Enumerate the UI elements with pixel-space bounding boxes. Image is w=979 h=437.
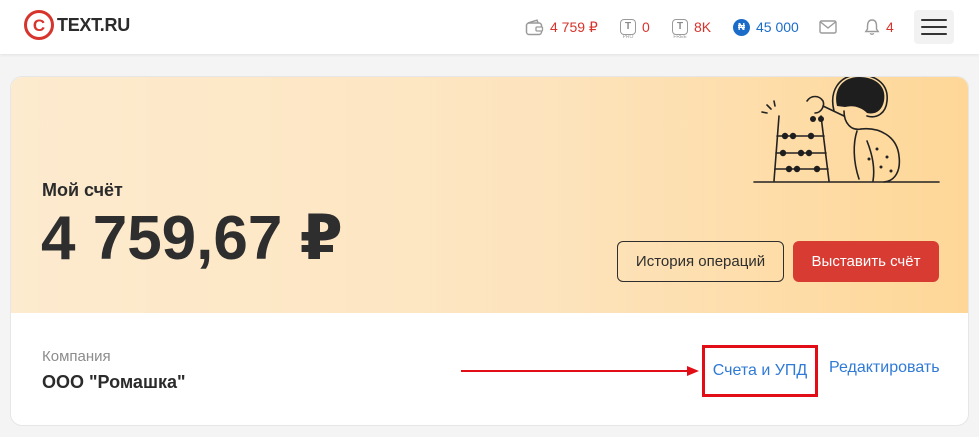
copyright-logo-icon: C [24, 10, 54, 40]
account-balance: 4 759,67 ₽ [41, 204, 343, 273]
logo[interactable]: C TEXT.RU [24, 10, 130, 40]
invoices-and-upd-link[interactable]: Счета и УПД [702, 345, 818, 397]
notifications-count: 4 [886, 19, 894, 35]
accountant-abacus-illustration [753, 77, 940, 183]
top-header: C TEXT.RU 4 759 ₽ T PRO 0 T FREE 8K ₦ 45 0… [0, 0, 979, 54]
pro-credits-value: 0 [642, 19, 650, 35]
free-credits[interactable]: T FREE 8K [672, 16, 712, 40]
edit-company-link[interactable]: Редактировать [829, 359, 940, 377]
envelope-icon [819, 20, 837, 34]
issue-invoice-button[interactable]: Выставить счёт [793, 241, 939, 282]
points-icon: ₦ [733, 18, 750, 36]
messages-button[interactable] [819, 16, 843, 38]
wallet-balance[interactable]: 4 759 ₽ [525, 16, 598, 38]
wallet-balance-value: 4 759 ₽ [550, 18, 598, 35]
hamburger-icon [921, 19, 947, 21]
free-credits-value: 8K [694, 19, 712, 35]
company-label: Компания [42, 348, 111, 365]
annotation-arrow-icon [461, 366, 699, 376]
logo-text: TEXT.RU [57, 14, 130, 35]
points-value: 45 000 [756, 19, 799, 35]
notifications-button[interactable]: 4 [864, 16, 894, 38]
pro-credits[interactable]: T PRO 0 [620, 16, 650, 40]
free-t-icon: T FREE [672, 19, 688, 40]
account-title: Мой счёт [42, 180, 123, 200]
menu-button[interactable] [914, 10, 954, 44]
wallet-icon [525, 18, 544, 36]
account-card: Мой счёт 4 759,67 ₽ История операций Выс… [10, 76, 969, 426]
company-name: ООО "Ромашка" [42, 372, 186, 392]
operations-history-button[interactable]: История операций [617, 241, 784, 282]
bell-icon [864, 18, 880, 36]
account-banner: Мой счёт 4 759,67 ₽ История операций Выс… [11, 77, 968, 313]
points-balance[interactable]: ₦ 45 000 [733, 16, 799, 38]
pro-t-icon: T PRO [620, 19, 636, 40]
